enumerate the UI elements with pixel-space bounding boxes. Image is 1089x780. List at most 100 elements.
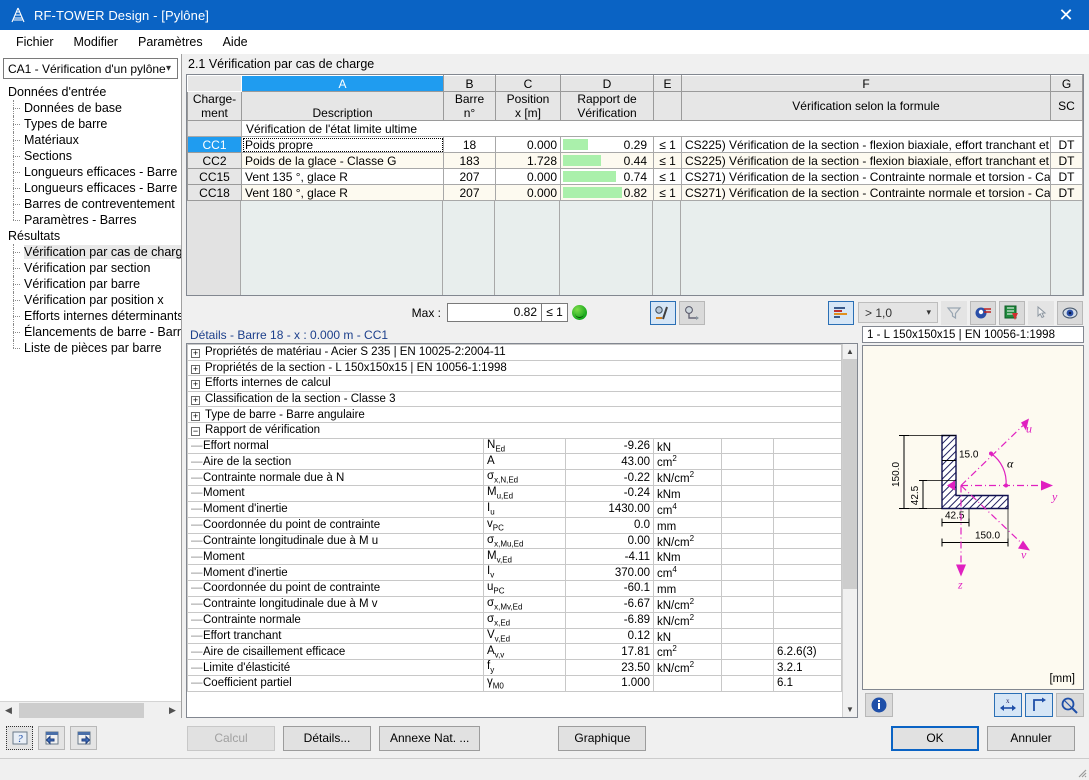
cell-description[interactable]: Poids de la glace - Classe G (241, 152, 444, 169)
sidebar-item-liste-de-pieces-par-barre[interactable]: Liste de pièces par barre (4, 340, 181, 356)
expander-minus-icon[interactable]: − (191, 427, 200, 437)
scroll-down-icon[interactable]: ▼ (843, 702, 857, 717)
scrollbar-track[interactable] (17, 701, 164, 719)
details-node-material[interactable]: + Propriétés de matériau - Acier S 235 | … (187, 344, 842, 361)
details-node-internal-forces[interactable]: + Efforts internes de calcul (187, 375, 842, 392)
sidebar-item-efforts-internes-determinants[interactable]: Efforts internes déterminants pa (4, 308, 181, 324)
export-excel-button[interactable] (999, 300, 1025, 325)
cell-formula[interactable]: CS271) Vérification de la section - Cont… (681, 168, 1051, 185)
details-node[interactable]: + Propriétés de la section - L 150x150x15… (187, 359, 842, 377)
graphique-button[interactable]: Graphique (558, 725, 647, 751)
row-header-load-case[interactable]: CC2 (187, 152, 242, 169)
help-button[interactable]: ? (6, 726, 33, 750)
resize-grip-icon[interactable] (1075, 766, 1087, 778)
sidebar-item-verification-par-section[interactable]: Vérification par section (4, 260, 181, 276)
view-button[interactable] (1057, 300, 1083, 325)
menu-aide[interactable]: Aide (213, 32, 258, 52)
table-row[interactable]: CC1 Poids propre 18 0.000 0.29 ≤ 1 CS225… (187, 136, 1083, 153)
sidebar-item-sections[interactable]: Sections (4, 148, 181, 164)
annexe-nationale-button[interactable]: Annexe Nat. ... (379, 725, 481, 751)
sidebar-horizontal-scrollbar[interactable]: ◀ ▶ (0, 701, 181, 719)
prev-button[interactable] (38, 726, 65, 750)
details-node[interactable]: − Rapport de vérification (187, 421, 842, 439)
scrollbar-thumb[interactable] (843, 359, 857, 589)
scroll-right-icon[interactable]: ▶ (164, 702, 181, 719)
details-node-member-type[interactable]: + Type de barre - Barre angulaire (187, 406, 842, 423)
row-header-load-case[interactable]: CC15 (187, 168, 242, 185)
row-header-load-case[interactable]: CC18 (187, 184, 242, 201)
tree-group-input[interactable]: Données d'entrée (4, 84, 181, 100)
sidebar-item-elancements-de-barre[interactable]: Élancements de barre - Barre no (4, 324, 181, 340)
expander-plus-icon[interactable]: + (191, 364, 200, 374)
column-header-g[interactable]: G (1050, 75, 1083, 92)
section-axes-button[interactable] (1025, 693, 1053, 717)
column-header-e[interactable]: E (653, 75, 682, 92)
close-icon[interactable]: ✕ (1043, 0, 1089, 30)
next-button[interactable] (70, 726, 97, 750)
cell-description[interactable]: Vent 180 °, glace R (241, 184, 444, 201)
cell-barre[interactable]: 183 (443, 152, 496, 169)
section-dimensions-button[interactable]: x (994, 693, 1022, 717)
filter-button[interactable] (941, 300, 967, 325)
expander-plus-icon[interactable]: + (191, 411, 200, 421)
cell-position[interactable]: 0.000 (495, 136, 561, 153)
details-node[interactable]: + Classification de la section - Classe 3 (187, 390, 842, 408)
sidebar-item-longueurs-efficaces-barre-en-t[interactable]: Longueurs efficaces - Barre en t (4, 164, 181, 180)
cell-position[interactable]: 0.000 (495, 184, 561, 201)
column-header-d[interactable]: D (560, 75, 654, 92)
cell-ratio[interactable]: 0.44 (560, 152, 654, 169)
cell-sc[interactable]: DT (1050, 168, 1083, 185)
sidebar-item-verification-par-position-x[interactable]: Vérification par position x (4, 292, 181, 308)
sidebar-item-types-de-barre[interactable]: Types de barre (4, 116, 181, 132)
menu-parametres[interactable]: Paramètres (128, 32, 213, 52)
tree-group-results[interactable]: Résultats (4, 228, 181, 244)
column-header-f[interactable]: F (681, 75, 1051, 92)
ok-button[interactable]: OK (891, 725, 979, 751)
table-row[interactable]: CC15 Vent 135 °, glace R 207 0.000 0.74 … (187, 168, 1083, 185)
scrollbar-thumb[interactable] (19, 702, 144, 718)
expander-plus-icon[interactable]: + (191, 380, 200, 390)
scroll-left-icon[interactable]: ◀ (0, 702, 17, 719)
ratio-filter-select[interactable]: > 1,0 ▾ (858, 302, 938, 323)
sidebar-item-donnees-de-base[interactable]: Données de base (4, 100, 181, 116)
table-row[interactable]: CC2 Poids de la glace - Classe G 183 1.7… (187, 152, 1083, 169)
render-button[interactable] (679, 300, 705, 325)
cell-sc[interactable]: DT (1050, 184, 1083, 201)
sidebar-item-verification-par-cas-de-charge[interactable]: Vérification par cas de charge (4, 244, 181, 260)
column-header-b[interactable]: B (443, 75, 496, 92)
cell-formula[interactable]: CS271) Vérification de la section - Cont… (681, 184, 1051, 201)
column-header-c[interactable]: C (495, 75, 561, 92)
cell-formula[interactable]: CS225) Vérification de la section - flex… (681, 152, 1051, 169)
sidebar-item-parametres-barres[interactable]: Paramètres - Barres (4, 212, 181, 228)
cancel-button[interactable]: Annuler (987, 725, 1075, 751)
details-button[interactable]: Détails... (283, 725, 371, 751)
details-node-design-ratio[interactable]: − Rapport de vérification (187, 421, 842, 439)
section-zoom-button[interactable] (1056, 693, 1084, 717)
sidebar-item-barres-de-contreventement[interactable]: Barres de contreventement (4, 196, 181, 212)
cell-description[interactable]: Poids propre (241, 136, 444, 153)
sidebar-item-materiaux[interactable]: Matériaux (4, 132, 181, 148)
result-bars-button[interactable] (828, 300, 854, 325)
scrollbar-track[interactable] (843, 359, 857, 702)
max-value-field[interactable]: 0.82 (447, 303, 542, 322)
details-node[interactable]: + Propriétés de matériau - Acier S 235 | … (187, 344, 842, 361)
cell-barre[interactable]: 207 (443, 168, 496, 185)
cell-formula[interactable]: CS225) Vérification de la section - flex… (681, 136, 1051, 153)
cell-ratio[interactable]: 0.82 (560, 184, 654, 201)
result-colors-button[interactable] (650, 300, 676, 325)
cell-ratio[interactable]: 0.29 (560, 136, 654, 153)
cell-sc[interactable]: DT (1050, 152, 1083, 169)
menu-modifier[interactable]: Modifier (64, 32, 128, 52)
details-node[interactable]: + Type de barre - Barre angulaire (187, 406, 842, 423)
column-header-a[interactable]: A (241, 75, 444, 92)
cell-position[interactable]: 1.728 (495, 152, 561, 169)
details-node[interactable]: + Efforts internes de calcul (187, 375, 842, 392)
details-node-classification[interactable]: + Classification de la section - Classe 3 (187, 390, 842, 408)
section-info-button[interactable] (865, 693, 893, 717)
cell-barre[interactable]: 207 (443, 184, 496, 201)
printout-button[interactable] (970, 300, 996, 325)
design-case-select[interactable]: CA1 - Vérification d'un pylône ▾ (3, 58, 178, 79)
calcul-button[interactable]: Calcul (187, 725, 275, 751)
menu-fichier[interactable]: Fichier (6, 32, 64, 52)
cell-barre[interactable]: 18 (443, 136, 496, 153)
